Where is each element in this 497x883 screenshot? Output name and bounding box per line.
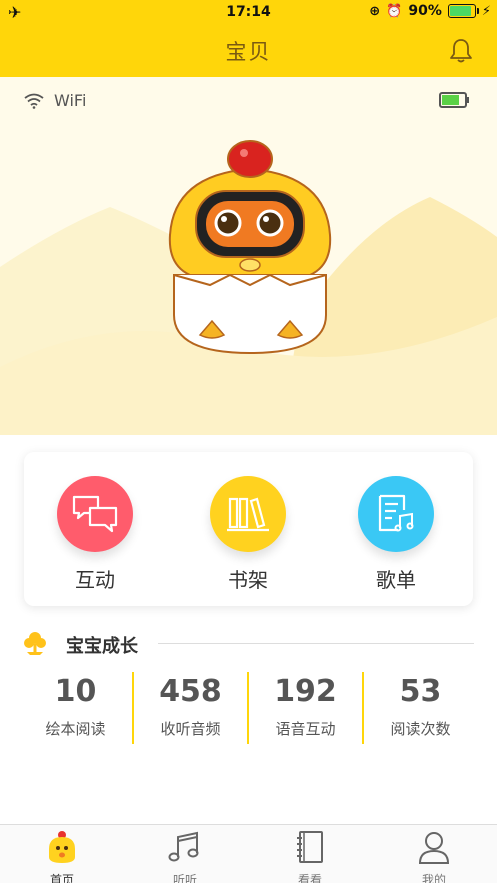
tab-home[interactable]: 首页 — [22, 829, 102, 883]
feature-playlist[interactable]: 歌单 — [351, 476, 441, 593]
music-note-icon — [168, 831, 199, 862]
tab-bar: 首页 听听 看看 我的 — [0, 824, 497, 883]
growth-header: 宝宝成长 — [22, 628, 474, 658]
tab-watch[interactable]: 看看 — [270, 829, 350, 883]
tab-listen[interactable]: 听听 — [145, 829, 225, 883]
tab-label: 我的 — [421, 873, 446, 883]
wifi-status: WiFi — [24, 91, 86, 110]
growth-title: 宝宝成长 — [66, 636, 138, 657]
stat-label: 阅读次数 — [390, 720, 451, 738]
books-icon — [227, 497, 269, 532]
robot-mascot[interactable] — [160, 135, 340, 357]
stat-value: 192 — [274, 674, 337, 709]
status-bar: ✈ 17:14 ⊕ ⏰ 90% ⚡ — [0, 0, 497, 24]
tree-icon — [24, 632, 46, 655]
feature-label: 互动 — [75, 568, 115, 592]
feature-card: 互动 书架 歌单 — [24, 452, 473, 606]
hero-section: WiFi — [0, 77, 497, 435]
stat-picture-books[interactable]: 10 绘本阅读 — [18, 672, 133, 739]
device-battery-icon — [439, 92, 469, 108]
bell-icon[interactable] — [449, 38, 473, 64]
feature-circle[interactable] — [57, 476, 133, 552]
stat-label: 语音互动 — [275, 720, 336, 738]
tab-label: 听听 — [172, 873, 197, 883]
notebook-icon — [297, 831, 323, 863]
battery-percent: 90% — [408, 3, 442, 19]
growth-stats: 10 绘本阅读 458 收听音频 192 语音互动 53 阅读次数 — [18, 672, 478, 744]
stat-value: 10 — [54, 674, 97, 709]
feature-circle[interactable] — [358, 476, 434, 552]
feature-interact[interactable]: 互动 — [50, 476, 140, 593]
chat-icon — [72, 495, 118, 533]
feature-circle[interactable] — [210, 476, 286, 552]
stat-label: 绘本阅读 — [45, 720, 106, 738]
stat-value: 53 — [399, 674, 442, 709]
tab-label: 看看 — [297, 873, 322, 883]
stat-label: 收听音频 — [160, 720, 221, 738]
alarm-icon: ⏰ — [386, 3, 403, 19]
feature-label: 书架 — [228, 568, 268, 592]
top-bar: ✈ 17:14 ⊕ ⏰ 90% ⚡ 宝贝 — [0, 0, 497, 77]
stat-reading-count[interactable]: 53 阅读次数 — [363, 672, 478, 739]
wifi-label: WiFi — [54, 91, 87, 110]
wifi-icon — [24, 93, 44, 109]
rotation-lock-icon: ⊕ — [369, 3, 381, 19]
person-icon — [418, 832, 450, 864]
tab-mine[interactable]: 我的 — [394, 829, 474, 883]
robot-icon — [49, 831, 75, 863]
page-title: 宝贝 — [225, 40, 272, 64]
charging-icon: ⚡ — [481, 3, 491, 19]
music-list-icon — [378, 494, 414, 532]
stat-value: 458 — [159, 674, 222, 709]
tab-label: 首页 — [49, 873, 74, 883]
status-right: ⊕ ⏰ 90% ⚡ — [369, 3, 491, 19]
battery-icon — [447, 4, 479, 18]
section-divider — [158, 643, 474, 644]
stat-audio[interactable]: 458 收听音频 — [133, 672, 248, 739]
feature-label: 歌单 — [376, 568, 416, 592]
feature-bookshelf[interactable]: 书架 — [203, 476, 293, 593]
stat-voice[interactable]: 192 语音互动 — [248, 672, 363, 739]
